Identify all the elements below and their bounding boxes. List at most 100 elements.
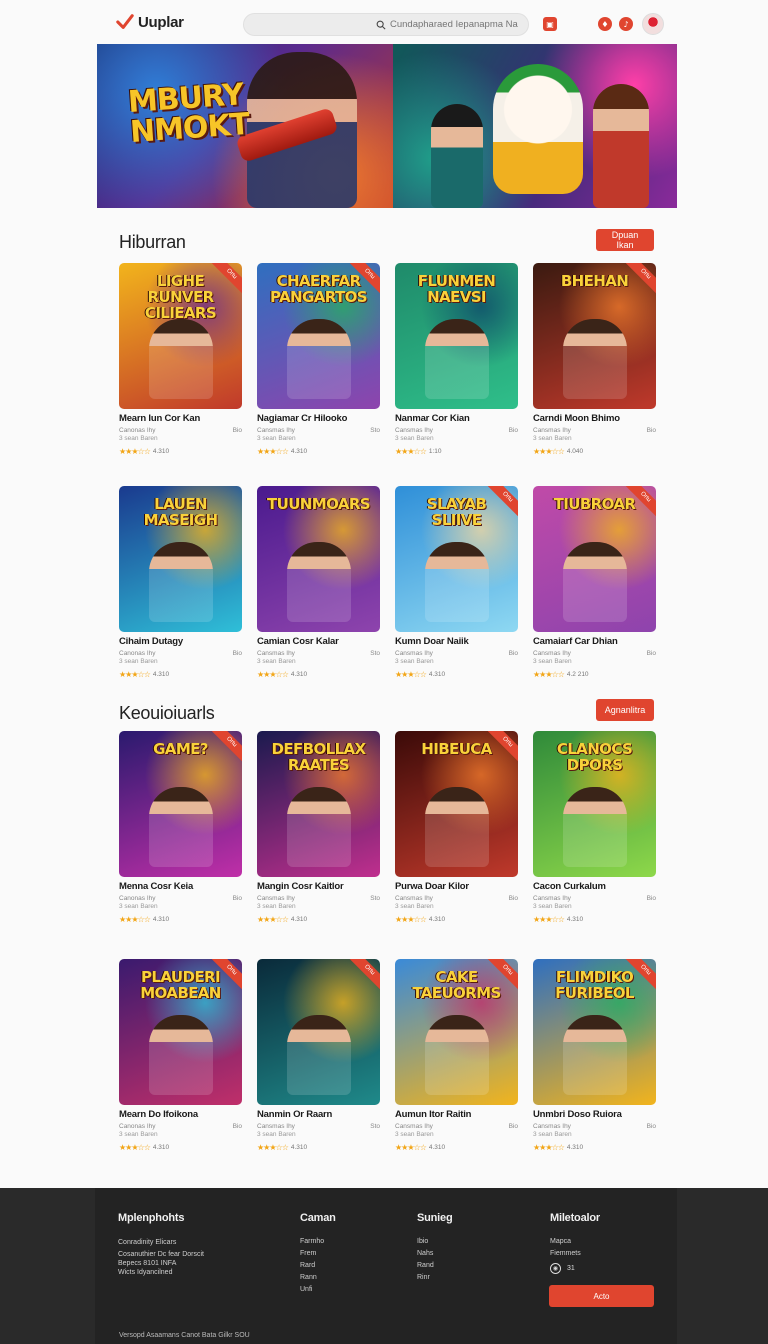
- game-rating: ★★★☆☆ 4.310: [119, 670, 242, 679]
- game-title[interactable]: Camaiarf Car Dhian: [533, 636, 656, 647]
- game-title[interactable]: Nagiamar Cr Hilooko: [257, 413, 380, 424]
- game-meta: Cansmas Ihy Bio: [395, 650, 518, 657]
- game-card[interactable]: CLANOCS DPORS Cacon Curkalum Cansmas Ihy…: [533, 731, 656, 924]
- game-card[interactable]: TUUNMOARS Camian Cosr Kalar Cansmas Ihy …: [257, 486, 380, 679]
- game-thumbnail-title: CHAERFAR PANGARTOS: [270, 272, 368, 306]
- game-price: Bio: [508, 895, 518, 902]
- game-subtitle: 3 sean Baren: [257, 1131, 296, 1138]
- game-thumbnail[interactable]: CHAERFAR PANGARTOS Ortu: [257, 263, 380, 409]
- game-thumbnail-title: FLIMDIKO FURIBEOL: [555, 968, 634, 1002]
- game-card[interactable]: PLAUDERI MOABEAN Ortu Mearn Do Ifoikona …: [119, 959, 242, 1152]
- game-rating: ★★★☆☆ 4.310: [395, 1143, 518, 1152]
- search-bar[interactable]: [243, 13, 529, 36]
- game-meta: Cansmas Ihy Bio: [533, 1123, 656, 1130]
- footer-link[interactable]: Rand: [417, 1262, 452, 1269]
- hero-banner[interactable]: MBURY NMOKT: [97, 44, 677, 208]
- game-title[interactable]: Menna Cosr Keia: [119, 881, 242, 892]
- game-thumbnail[interactable]: CAKE TAEUORMS Ortu: [395, 959, 518, 1105]
- footer-link[interactable]: Mapca: [550, 1238, 600, 1245]
- game-thumbnail[interactable]: HIBEUCA Ortu: [395, 731, 518, 877]
- game-card[interactable]: TIUBROAR Ortu Camaiarf Car Dhian Cansmas…: [533, 486, 656, 679]
- game-thumbnail[interactable]: LIGHE RUNVER CILIEARS Ortu: [119, 263, 242, 409]
- social-icon[interactable]: ◉: [550, 1263, 561, 1274]
- game-thumbnail[interactable]: PLAUDERI MOABEAN Ortu: [119, 959, 242, 1105]
- game-price: Sto: [370, 427, 380, 434]
- footer-col-links-1: Caman Farmho Frem Rard Rann Unfi: [300, 1212, 336, 1298]
- brand-logo[interactable]: Uuplar: [116, 13, 184, 31]
- game-title[interactable]: Unmbri Doso Ruiora: [533, 1109, 656, 1120]
- game-category: Cansmas Ihy: [533, 650, 571, 657]
- game-subtitle: 3 sean Baren: [119, 658, 158, 665]
- game-title[interactable]: Mearn Iun Cor Kan: [119, 413, 242, 424]
- cart-icon[interactable]: ▣: [543, 17, 557, 31]
- game-thumbnail[interactable]: LAUEN MASEIGH: [119, 486, 242, 632]
- rating-value: 4.310: [290, 1144, 308, 1151]
- section-more-button[interactable]: Dpuan Ikan: [596, 229, 654, 251]
- game-title[interactable]: Mangin Cosr Kaitlor: [257, 881, 380, 892]
- game-card[interactable]: FLIMDIKO FURIBEOL Ortu Unmbri Doso Ruior…: [533, 959, 656, 1152]
- music-icon[interactable]: ♪: [619, 17, 633, 31]
- game-subtitle: 3 sean Baren: [395, 435, 434, 442]
- game-category: Canonas Ihy: [119, 650, 156, 657]
- game-thumbnail[interactable]: DEFBOLLAX RAATES: [257, 731, 380, 877]
- game-thumbnail[interactable]: TIUBROAR Ortu: [533, 486, 656, 632]
- game-card[interactable]: LIGHE RUNVER CILIEARS Ortu Mearn Iun Cor…: [119, 263, 242, 456]
- game-thumbnail[interactable]: BHEHAN Ortu: [533, 263, 656, 409]
- footer-link[interactable]: Rann: [300, 1274, 336, 1281]
- game-category: Cansmas Ihy: [257, 895, 295, 902]
- game-subtitle: 3 sean Baren: [533, 435, 572, 442]
- game-title[interactable]: Purwa Doar Kilor: [395, 881, 518, 892]
- game-thumbnail[interactable]: CLANOCS DPORS: [533, 731, 656, 877]
- footer-link[interactable]: Frem: [300, 1250, 336, 1257]
- footer-link[interactable]: Farmho: [300, 1238, 336, 1245]
- game-rating: ★★★☆☆ 4.2 210: [533, 670, 656, 679]
- game-card[interactable]: BHEHAN Ortu Carndi Moon Bhimo Cansmas Ih…: [533, 263, 656, 456]
- game-title[interactable]: Aumun Itor Raitin: [395, 1109, 518, 1120]
- game-card[interactable]: LAUEN MASEIGH Cihaim Dutagy Canonas Ihy …: [119, 486, 242, 679]
- search-input[interactable]: [390, 19, 518, 30]
- game-card[interactable]: Ortu Nanmin Or Raarn Cansmas Ihy Sto 3 s…: [257, 959, 380, 1152]
- rating-value: 4.2 210: [566, 671, 589, 678]
- footer-link[interactable]: Ibio: [417, 1238, 452, 1245]
- game-card[interactable]: CAKE TAEUORMS Ortu Aumun Itor Raitin Can…: [395, 959, 518, 1152]
- game-title[interactable]: Carndi Moon Bhimo: [533, 413, 656, 424]
- footer-link[interactable]: Nahs: [417, 1250, 452, 1257]
- user-avatar[interactable]: [642, 13, 664, 35]
- game-card[interactable]: CHAERFAR PANGARTOS Ortu Nagiamar Cr Hilo…: [257, 263, 380, 456]
- game-thumbnail-title: CLANOCS DPORS: [556, 740, 633, 774]
- game-title[interactable]: Cihaim Dutagy: [119, 636, 242, 647]
- game-thumbnail[interactable]: SLAYAB SLIIVE Ortu: [395, 486, 518, 632]
- game-card[interactable]: FLUNMEN NAEVSI Nanmar Cor Kian Cansmas I…: [395, 263, 518, 456]
- game-card[interactable]: HIBEUCA Ortu Purwa Doar Kilor Cansmas Ih…: [395, 731, 518, 924]
- game-thumbnail[interactable]: Ortu: [257, 959, 380, 1105]
- game-price: Bio: [646, 1123, 656, 1130]
- game-subtitle: 3 sean Baren: [119, 903, 158, 910]
- game-card[interactable]: SLAYAB SLIIVE Ortu Kumn Doar Naiik Cansm…: [395, 486, 518, 679]
- game-title[interactable]: Nanmin Or Raarn: [257, 1109, 380, 1120]
- game-price: Bio: [232, 1123, 242, 1130]
- footer-link[interactable]: Rard: [300, 1262, 336, 1269]
- game-title[interactable]: Cacon Curkalum: [533, 881, 656, 892]
- footer-text: Wicts Idyancilned: [118, 1269, 173, 1276]
- footer-action-button[interactable]: Acto: [549, 1285, 654, 1307]
- follow-row[interactable]: ◉ 31: [550, 1263, 600, 1274]
- game-title[interactable]: Camian Cosr Kalar: [257, 636, 380, 647]
- star-icon: ★★★☆☆: [119, 447, 151, 456]
- game-thumbnail[interactable]: FLIMDIKO FURIBEOL Ortu: [533, 959, 656, 1105]
- game-thumbnail[interactable]: FLUNMEN NAEVSI: [395, 263, 518, 409]
- game-thumbnail[interactable]: TUUNMOARS: [257, 486, 380, 632]
- game-title[interactable]: Nanmar Cor Kian: [395, 413, 518, 424]
- footer-link[interactable]: Fiemmets: [550, 1250, 600, 1257]
- bell-icon[interactable]: ♦: [598, 17, 612, 31]
- footer-link[interactable]: Unfi: [300, 1286, 336, 1293]
- game-card[interactable]: GAME? Ortu Menna Cosr Keia Canonas Ihy B…: [119, 731, 242, 924]
- game-category: Canonas Ihy: [119, 895, 156, 902]
- game-title[interactable]: Mearn Do Ifoikona: [119, 1109, 242, 1120]
- game-price: Sto: [370, 650, 380, 657]
- game-thumbnail-title: SLAYAB SLIIVE: [426, 495, 487, 529]
- game-card[interactable]: DEFBOLLAX RAATES Mangin Cosr Kaitlor Can…: [257, 731, 380, 924]
- footer-link[interactable]: Rinr: [417, 1274, 452, 1281]
- section-more-button[interactable]: Agnanlitra: [596, 699, 654, 721]
- game-thumbnail[interactable]: GAME? Ortu: [119, 731, 242, 877]
- game-title[interactable]: Kumn Doar Naiik: [395, 636, 518, 647]
